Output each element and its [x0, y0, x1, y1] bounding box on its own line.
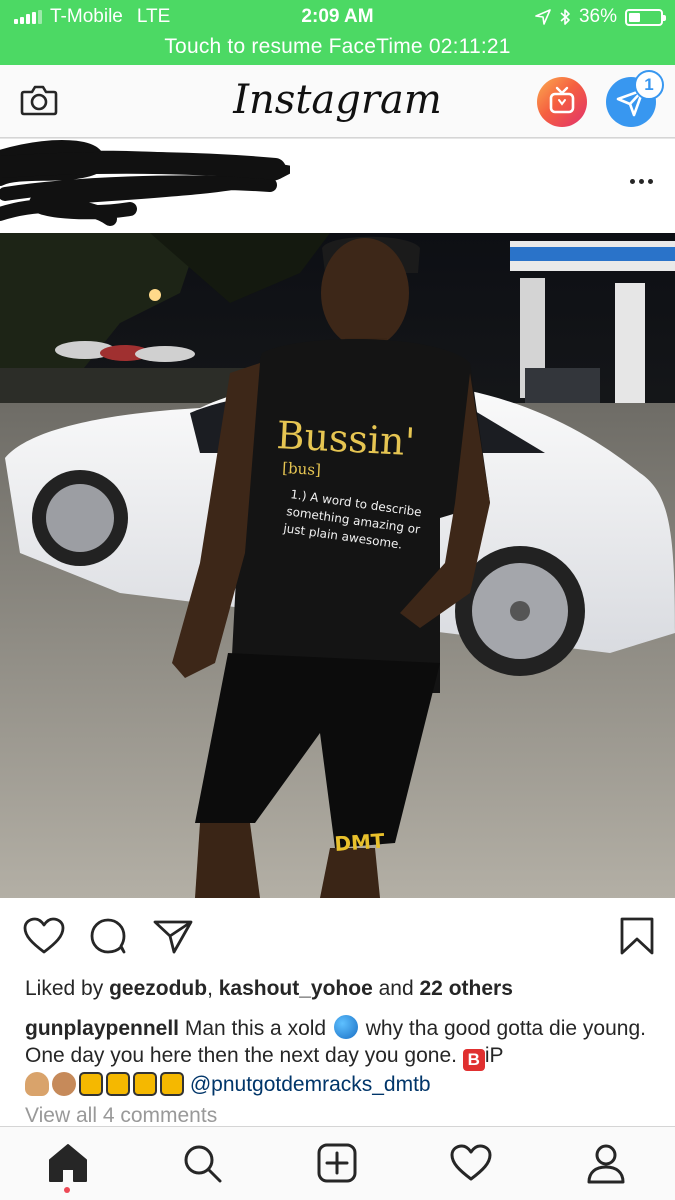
- profile-icon: [587, 1144, 625, 1184]
- post-options-button[interactable]: [630, 179, 653, 184]
- shirt-pronunciation: [bus]: [282, 459, 322, 479]
- baby-emoji-icon: [52, 1072, 76, 1096]
- liker-username[interactable]: kashout_yohoe: [219, 977, 373, 1000]
- likes-others[interactable]: 22 others: [420, 977, 513, 1000]
- bus-emoji-icon: [79, 1072, 103, 1096]
- post-header: [0, 138, 675, 233]
- status-bar: T-Mobile LTE 2:09 AM 36% Touch to resume…: [0, 0, 675, 65]
- heart-icon: [23, 917, 65, 954]
- post-caption: gunplaypennell Man this a xold why tha g…: [25, 1015, 655, 1098]
- globe-emoji-icon: [333, 1015, 358, 1039]
- bus-emoji-icon: [160, 1072, 184, 1096]
- home-notification-dot: [64, 1187, 70, 1193]
- paper-plane-icon: [153, 920, 193, 954]
- caption-text: Man this a xold: [179, 1017, 332, 1040]
- bus-emoji-icon: [133, 1072, 157, 1096]
- tab-new-post[interactable]: [315, 1141, 359, 1185]
- bluetooth-icon: [560, 9, 570, 25]
- app-header: Instagram: [0, 65, 675, 138]
- photo-scene: Bussin' [bus] 1.) A word to describe som…: [0, 233, 675, 898]
- caption-emoji-row: [25, 1072, 184, 1096]
- tab-profile[interactable]: [584, 1141, 628, 1185]
- praying-hands-emoji-icon: [25, 1072, 49, 1096]
- bookmark-icon: [620, 917, 654, 955]
- search-icon: [184, 1145, 222, 1183]
- plus-square-icon: [317, 1143, 357, 1183]
- home-icon: [49, 1144, 87, 1182]
- direct-badge: 1: [634, 70, 664, 100]
- likes-summary[interactable]: Liked by geezodub, kashout_yohoe and 22 …: [25, 977, 513, 1001]
- shorts-logo: DMT: [334, 829, 386, 856]
- save-button[interactable]: [617, 916, 661, 956]
- facetime-banner[interactable]: Touch to resume FaceTime 02:11:21: [0, 35, 675, 59]
- redacted-username-scribble: [0, 140, 290, 226]
- shirt-title: Bussin': [276, 413, 417, 464]
- caption-mention[interactable]: @pnutgotdemracks_dmtb: [190, 1073, 431, 1096]
- caption-text: iP: [484, 1044, 504, 1067]
- location-arrow-icon: [535, 9, 551, 25]
- likes-prefix: Liked by: [25, 977, 110, 1000]
- caption-username[interactable]: gunplaypennell: [25, 1017, 179, 1040]
- likes-and: and: [372, 977, 420, 1000]
- comment-bubble-icon: [90, 918, 126, 954]
- igtv-icon: [549, 86, 575, 114]
- bottom-tab-bar: [0, 1126, 675, 1200]
- post-photo[interactable]: Bussin' [bus] 1.) A word to describe som…: [0, 233, 675, 898]
- view-all-comments-link[interactable]: View all 4 comments: [25, 1104, 217, 1128]
- tab-home[interactable]: [46, 1141, 90, 1185]
- like-button[interactable]: [22, 916, 66, 956]
- bus-emoji-icon: [106, 1072, 130, 1096]
- b-button-emoji-icon: B: [462, 1049, 485, 1071]
- likes-separator: ,: [207, 977, 219, 1000]
- battery-percent: 36%: [578, 6, 617, 27]
- comment-button[interactable]: [88, 916, 132, 956]
- battery-icon: [625, 8, 666, 26]
- share-button[interactable]: [152, 916, 196, 956]
- igtv-button[interactable]: [537, 77, 587, 127]
- tab-search[interactable]: [180, 1141, 224, 1185]
- post-actions-bar: [0, 898, 675, 976]
- heart-icon: [450, 1144, 492, 1181]
- liker-username[interactable]: geezodub: [109, 977, 207, 1000]
- tab-activity[interactable]: [449, 1141, 493, 1185]
